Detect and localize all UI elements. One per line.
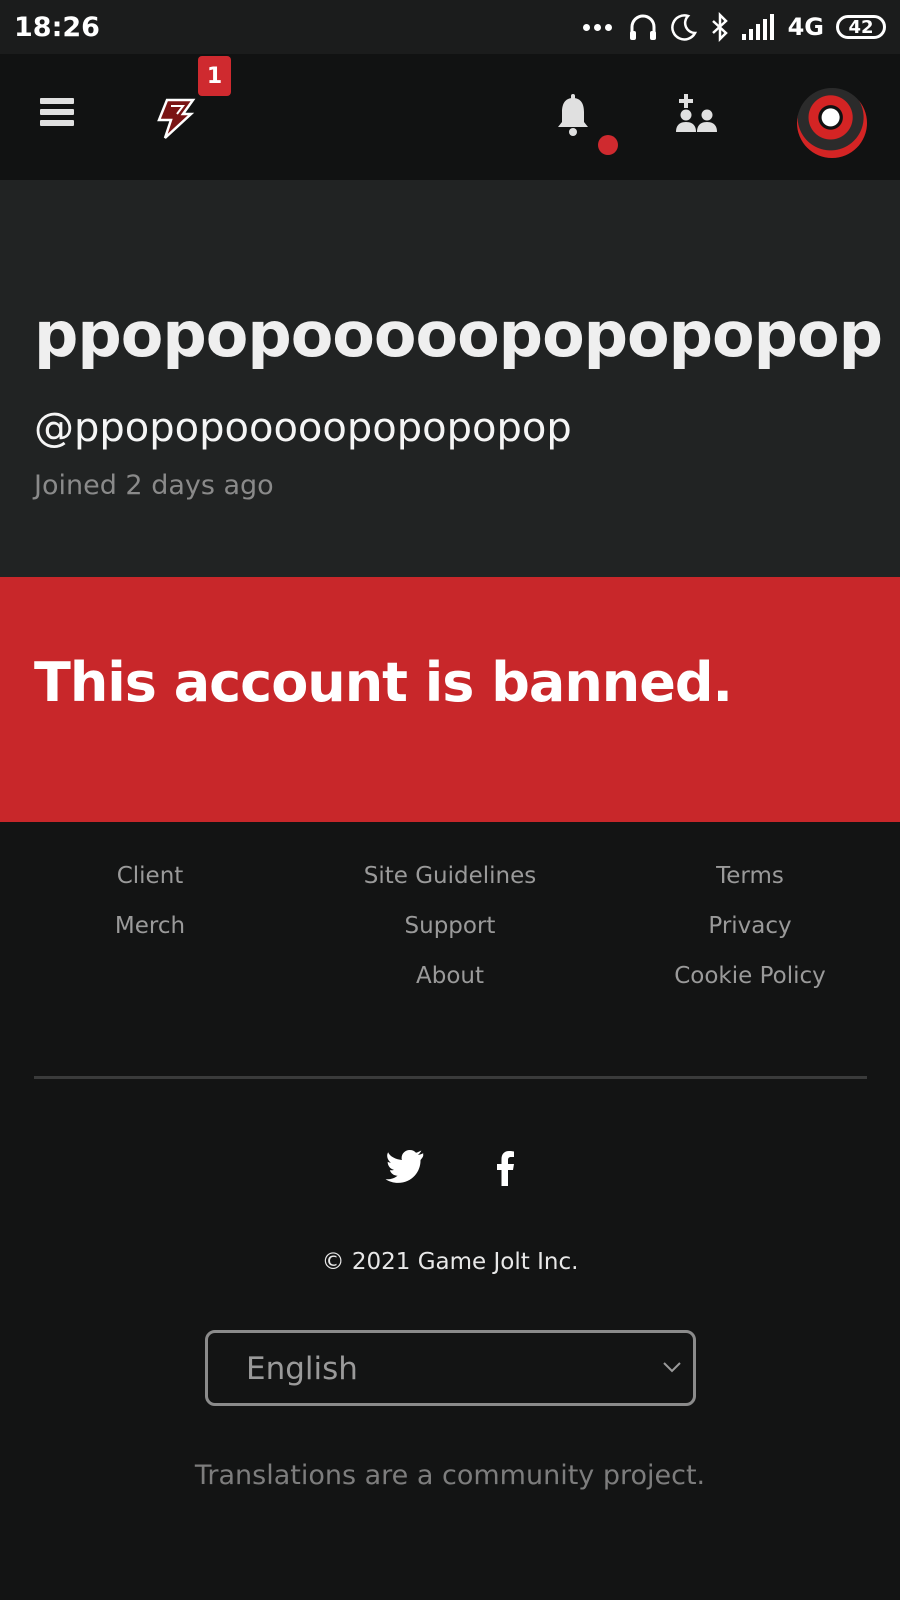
copyright-text: © 2021 Game Jolt Inc. <box>321 1249 579 1275</box>
status-time: 18:26 <box>14 12 100 43</box>
banned-banner: This account is banned. <box>0 577 900 822</box>
bell-icon[interactable] <box>554 94 592 138</box>
footer-link-merch[interactable]: Merch <box>0 912 300 962</box>
bluetooth-icon <box>711 12 728 42</box>
facebook-icon[interactable] <box>486 1148 526 1188</box>
profile-joined-date: Joined 2 days ago <box>34 470 274 501</box>
footer-link-client[interactable]: Client <box>0 862 300 912</box>
profile-display-name: ppopopooooopopopopop <box>34 298 883 371</box>
status-icons: 4G 42 <box>571 10 886 44</box>
dots-icon <box>582 23 616 31</box>
gamejolt-logo-icon[interactable] <box>153 96 197 140</box>
footer-link-terms[interactable]: Terms <box>600 862 900 912</box>
banned-message: This account is banned. <box>34 651 733 714</box>
footer-link-cookie-policy[interactable]: Cookie Policy <box>600 962 900 1012</box>
status-bar: 18:26 4G 42 <box>0 0 900 54</box>
footer-column-2: Site Guidelines Support About <box>300 862 600 1012</box>
footer-column-1: Client Merch <box>0 862 300 962</box>
moon-icon <box>670 14 697 41</box>
translations-note: Translations are a community project. <box>194 1460 706 1491</box>
footer-column-3: Terms Privacy Cookie Policy <box>600 862 900 1012</box>
language-selected-value: English <box>246 1351 358 1387</box>
profile-header: ppopopooooopopopopop @ppopopooooopopopop… <box>0 180 900 577</box>
signal-icon <box>741 14 774 40</box>
footer-link-site-guidelines[interactable]: Site Guidelines <box>300 862 600 912</box>
footer-link-privacy[interactable]: Privacy <box>600 912 900 962</box>
chevron-down-icon <box>663 1362 681 1373</box>
friend-requests-icon[interactable] <box>675 94 719 138</box>
footer-link-support[interactable]: Support <box>300 912 600 962</box>
headphones-icon <box>629 14 656 40</box>
language-select[interactable]: English <box>205 1330 696 1406</box>
notification-dot <box>598 135 618 155</box>
battery-icon: 42 <box>836 15 886 39</box>
hamburger-icon[interactable] <box>40 98 74 130</box>
footer-link-about[interactable]: About <box>300 962 600 1012</box>
battery-level: 42 <box>848 16 874 38</box>
user-avatar[interactable] <box>797 88 867 158</box>
profile-username: @ppopopooooopopopopop <box>34 405 572 451</box>
top-nav: 1 <box>0 54 900 180</box>
twitter-icon[interactable] <box>385 1148 425 1188</box>
network-type: 4G <box>787 13 824 41</box>
footer-divider <box>34 1076 867 1079</box>
activity-badge: 1 <box>198 56 231 96</box>
